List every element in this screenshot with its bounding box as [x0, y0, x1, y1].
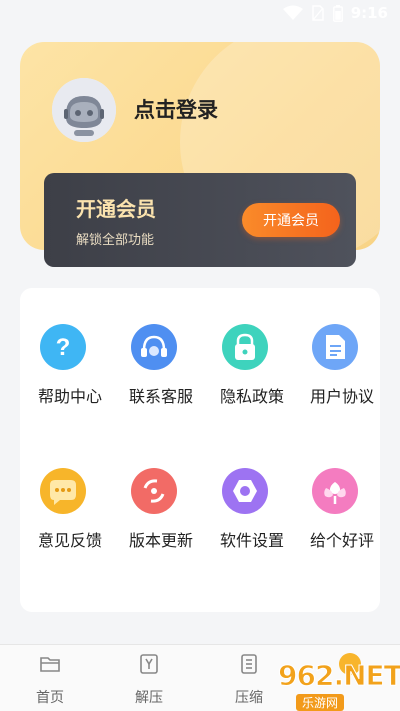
- svg-text:?: ?: [56, 334, 71, 361]
- vip-card[interactable]: 开通会员 解锁全部功能 开通会员: [44, 173, 356, 267]
- status-bar: 9:16: [0, 0, 400, 32]
- menu-item-settings[interactable]: 软件设置: [220, 468, 284, 551]
- avatar[interactable]: [52, 78, 116, 142]
- menu-item-user-agreement[interactable]: 用户协议: [310, 324, 374, 407]
- menu-label: 给个好评: [310, 531, 375, 550]
- feedback-icon: [40, 468, 86, 514]
- update-icon: [131, 468, 177, 514]
- menu-item-rate-us[interactable]: 给个好评: [310, 468, 374, 551]
- watermark-top-text: 962.NET: [278, 659, 400, 693]
- robot-avatar-icon: [52, 78, 116, 142]
- tab-home[interactable]: 首页: [20, 653, 80, 707]
- wifi-icon: [282, 5, 303, 20]
- customer-service-icon: [131, 324, 177, 370]
- help-icon: ?: [40, 324, 86, 370]
- menu-item-version-update[interactable]: 版本更新: [129, 468, 193, 551]
- no-sim-icon: [311, 5, 324, 21]
- document-icon: [312, 324, 358, 370]
- menu-label: 版本更新: [129, 531, 194, 550]
- unzip-icon: [140, 654, 158, 674]
- menu-label: 帮助中心: [38, 387, 103, 406]
- menu-label: 用户协议: [310, 387, 375, 406]
- open-vip-button[interactable]: 开通会员: [242, 203, 340, 237]
- tab-label: 解压: [135, 690, 163, 706]
- menu-item-customer-service[interactable]: 联系客服: [129, 324, 193, 407]
- watermark-logo: 962.NET 乐游网: [278, 659, 400, 711]
- archive-icon: [241, 654, 257, 674]
- flower-icon: [312, 468, 358, 514]
- menu-item-feedback[interactable]: 意见反馈: [38, 468, 102, 551]
- tab-unzip[interactable]: 解压: [119, 653, 179, 707]
- menu-label: 软件设置: [220, 531, 285, 550]
- settings-icon: [222, 468, 268, 514]
- tab-label: 首页: [36, 690, 64, 706]
- tab-compress[interactable]: 压缩: [219, 653, 279, 707]
- status-icons: 9:16: [282, 4, 388, 22]
- status-time: 9:16: [350, 4, 388, 22]
- watermark-bottom-text: 乐游网: [296, 694, 345, 711]
- menu-item-privacy-policy[interactable]: 隐私政策: [220, 324, 284, 407]
- menu-label: 隐私政策: [220, 387, 285, 406]
- battery-icon: [332, 4, 343, 22]
- lock-icon: [222, 324, 268, 370]
- folder-icon: [40, 657, 60, 672]
- menu-label: 意见反馈: [38, 531, 103, 550]
- tab-label: 压缩: [235, 690, 263, 706]
- menu-panel: ? 帮助中心 联系客服 隐私政策 用户协议 意见反馈 版本更新 软件设置 给个好…: [20, 288, 380, 612]
- menu-item-help[interactable]: ? 帮助中心: [38, 324, 102, 407]
- vip-title: 开通会员: [76, 197, 156, 221]
- menu-label: 联系客服: [129, 387, 194, 406]
- login-link[interactable]: 点击登录: [134, 94, 218, 124]
- vip-subtitle: 解锁全部功能: [76, 233, 155, 248]
